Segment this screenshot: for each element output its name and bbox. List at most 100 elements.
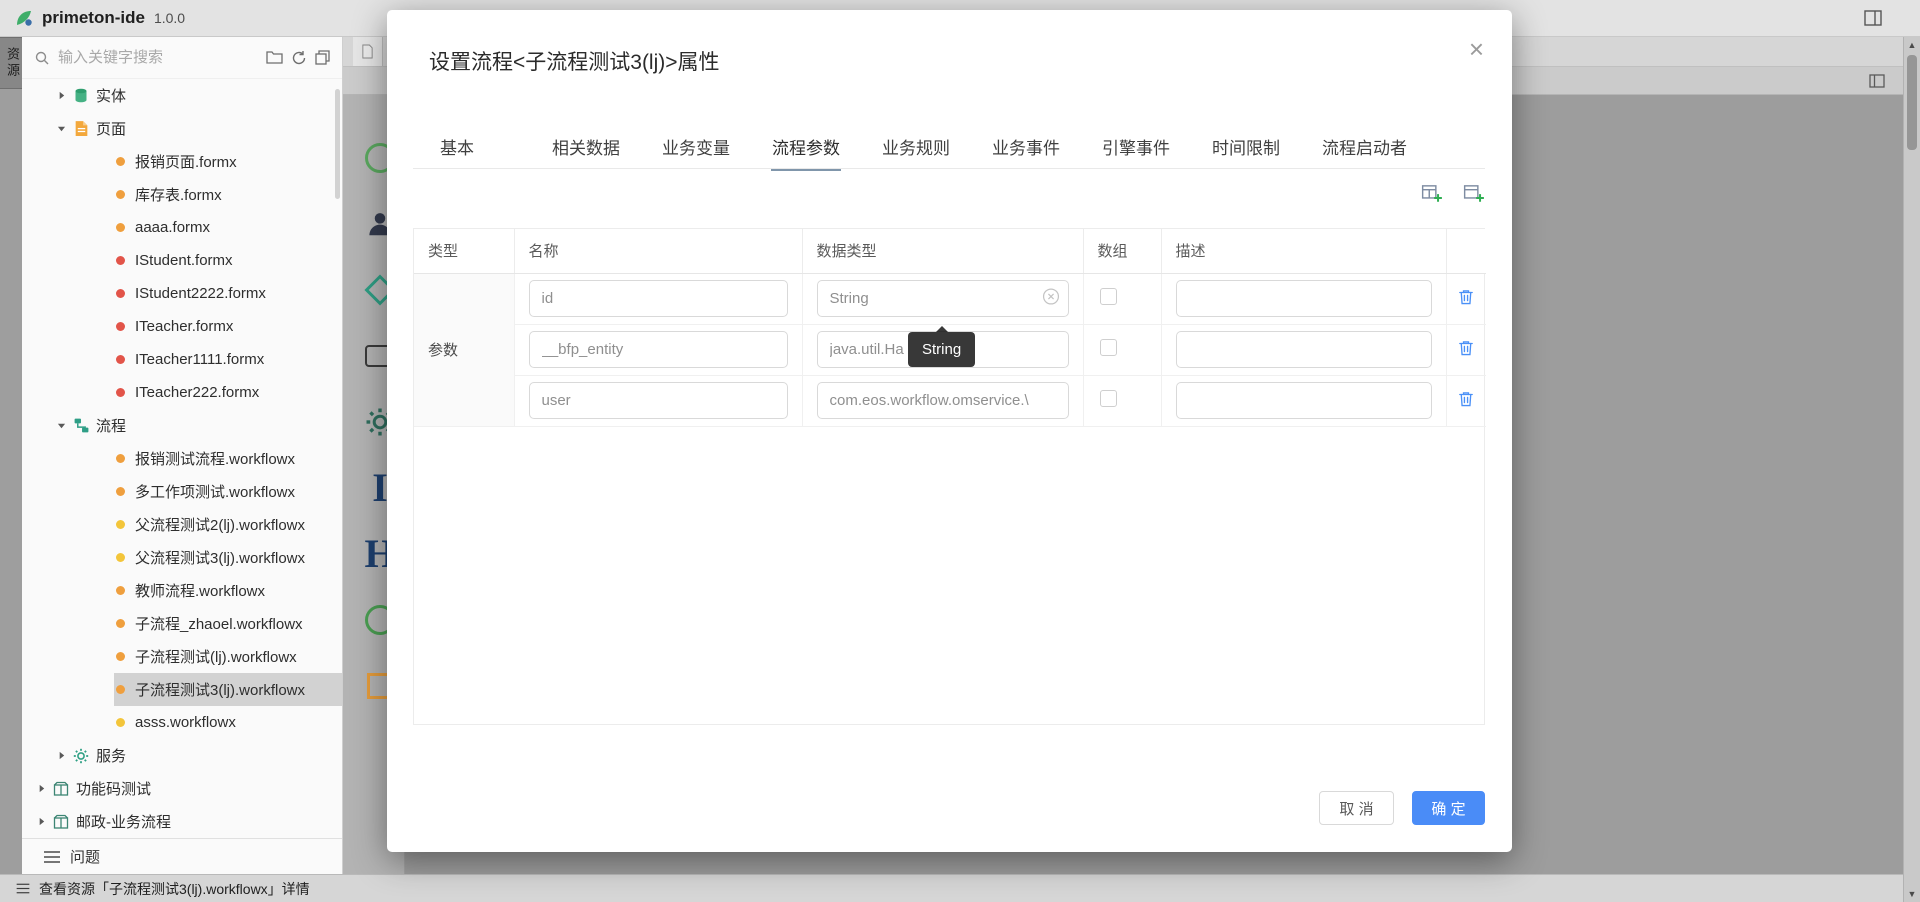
param-datatype-input[interactable]	[830, 290, 1036, 307]
sidebar-scrollbar-thumb[interactable]	[335, 89, 340, 199]
cancel-button[interactable]: 取 消	[1319, 791, 1394, 825]
file-status-dot	[116, 487, 125, 496]
editor-tab[interactable]	[353, 37, 383, 66]
scroll-up-icon[interactable]: ▲	[1904, 40, 1920, 50]
tree-file-item[interactable]: ITeacher.formx	[22, 310, 342, 343]
tree-group-item[interactable]: 页面	[22, 112, 342, 145]
param-row: 参数	[414, 273, 1486, 324]
scrollbar-thumb[interactable]	[1907, 55, 1917, 150]
param-desc-cell	[1161, 324, 1446, 375]
param-col-header: 数据类型	[802, 229, 1083, 273]
param-desc-input[interactable]	[1189, 290, 1419, 307]
tree-file-item[interactable]: 父流程测试3(lj).workflowx	[22, 541, 342, 574]
caret-down-icon[interactable]	[54, 421, 68, 430]
tree-file-item[interactable]: 子流程测试3(lj).workflowx	[22, 673, 342, 706]
param-datatype-input[interactable]	[830, 392, 1056, 409]
file-status-dot	[116, 652, 125, 661]
modal-tab-6[interactable]: 业务事件	[991, 122, 1061, 171]
delete-parameter-button[interactable]	[1455, 337, 1477, 362]
confirm-button[interactable]: 确 定	[1412, 791, 1485, 825]
tree-file-item[interactable]: aaaa.formx	[22, 211, 342, 244]
delete-parameter-button[interactable]	[1455, 388, 1477, 413]
panel-toggle-icon[interactable]	[1869, 74, 1885, 88]
modal-tab-9[interactable]: 流程启动者	[1321, 122, 1408, 171]
left-tab-strip: 资源	[0, 37, 22, 874]
tree-file-item[interactable]: 库存表.formx	[22, 178, 342, 211]
param-array-cell	[1083, 273, 1161, 324]
vertical-scrollbar[interactable]: ▲ ▼	[1903, 37, 1920, 902]
param-desc-input[interactable]	[1189, 392, 1419, 409]
param-name-input[interactable]	[542, 392, 775, 409]
scroll-down-icon[interactable]: ▼	[1904, 889, 1920, 899]
modal-tab-3[interactable]: 业务变量	[661, 122, 731, 171]
tree-item-label: ITeacher222.formx	[135, 384, 259, 401]
caret-right-icon[interactable]	[34, 817, 48, 826]
resources-panel-tab[interactable]: 资源	[0, 37, 22, 89]
tree-group-item[interactable]: 邮政-业务流程	[22, 805, 342, 838]
caret-right-icon[interactable]	[54, 91, 68, 100]
tree-file-item[interactable]: IStudent.formx	[22, 244, 342, 277]
tree-group-item[interactable]: 流程	[22, 409, 342, 442]
tree-item-label: 子流程测试(lj).workflowx	[135, 646, 297, 667]
param-actions-cell	[1446, 273, 1486, 324]
param-name-input[interactable]	[542, 290, 775, 307]
package-icon	[52, 781, 70, 797]
add-parameter-icon[interactable]	[1463, 182, 1485, 204]
tree-file-item[interactable]: 报销页面.formx	[22, 145, 342, 178]
status-bar: 查看资源「子流程测试3(lj).workflowx」详情	[0, 874, 1903, 902]
modal-tab-2[interactable]: 相关数据	[551, 122, 621, 171]
search-input[interactable]	[58, 49, 258, 66]
document-icon	[361, 44, 374, 59]
collapse-all-icon[interactable]	[315, 50, 330, 65]
tree-file-item[interactable]: 教师流程.workflowx	[22, 574, 342, 607]
tree-item-label: 子流程测试3(lj).workflowx	[135, 679, 305, 700]
param-actions-cell	[1446, 324, 1486, 375]
caret-down-icon[interactable]	[54, 124, 68, 133]
modal-tab-5[interactable]: 业务规则	[881, 122, 951, 171]
tabs-divider	[413, 168, 1485, 169]
modal-tab-4[interactable]: 流程参数	[771, 122, 841, 171]
new-folder-icon[interactable]	[266, 50, 283, 65]
tree-group-item[interactable]: 功能码测试	[22, 772, 342, 805]
tree-file-item[interactable]: 父流程测试2(lj).workflowx	[22, 508, 342, 541]
caret-right-icon[interactable]	[34, 784, 48, 793]
tree-group-item[interactable]: 实体	[22, 79, 342, 112]
modal-tab-7[interactable]: 引擎事件	[1101, 122, 1171, 171]
tree-file-item[interactable]: 报销测试流程.workflowx	[22, 442, 342, 475]
param-name-input[interactable]	[542, 341, 775, 358]
tree-item-label: 功能码测试	[76, 778, 151, 799]
import-parameter-icon[interactable]	[1421, 182, 1443, 204]
tree-file-item[interactable]: 子流程_zhaoel.workflowx	[22, 607, 342, 640]
file-status-dot	[116, 586, 125, 595]
refresh-icon[interactable]	[291, 50, 307, 66]
status-text: 查看资源「子流程测试3(lj).workflowx」详情	[39, 879, 310, 899]
tree-file-item[interactable]: ITeacher222.formx	[22, 376, 342, 409]
file-status-dot	[116, 619, 125, 628]
tree-item-label: 多工作项测试.workflowx	[135, 481, 295, 502]
param-desc-input[interactable]	[1189, 341, 1419, 358]
close-icon[interactable]: ×	[1469, 36, 1484, 62]
tree-group-item[interactable]: 服务	[22, 739, 342, 772]
caret-right-icon[interactable]	[54, 751, 68, 760]
clear-icon[interactable]	[1042, 287, 1060, 310]
tree-item-label: 父流程测试2(lj).workflowx	[135, 514, 305, 535]
file-status-dot	[116, 685, 125, 694]
tree-file-item[interactable]: asss.workflowx	[22, 706, 342, 739]
array-checkbox[interactable]	[1100, 339, 1117, 356]
delete-parameter-button[interactable]	[1455, 286, 1477, 311]
sidebar-toolbar	[22, 37, 342, 79]
param-actions-cell	[1446, 375, 1486, 426]
tree-file-item[interactable]: 子流程测试(lj).workflowx	[22, 640, 342, 673]
flow-icon	[72, 417, 90, 434]
param-name-cell	[514, 375, 802, 426]
tree-file-item[interactable]: IStudent2222.formx	[22, 277, 342, 310]
tree-file-item[interactable]: 多工作项测试.workflowx	[22, 475, 342, 508]
tree-file-item[interactable]: ITeacher1111.formx	[22, 343, 342, 376]
array-checkbox[interactable]	[1100, 288, 1117, 305]
modal-tab-1[interactable]: 基本	[439, 122, 475, 171]
modal-tab-8[interactable]: 时间限制	[1211, 122, 1281, 171]
array-checkbox[interactable]	[1100, 390, 1117, 407]
window-panel-icon[interactable]	[1864, 10, 1882, 26]
problems-section[interactable]: 问题	[22, 838, 342, 874]
parameters-table: 类型名称数据类型数组描述 参数	[414, 229, 1486, 427]
